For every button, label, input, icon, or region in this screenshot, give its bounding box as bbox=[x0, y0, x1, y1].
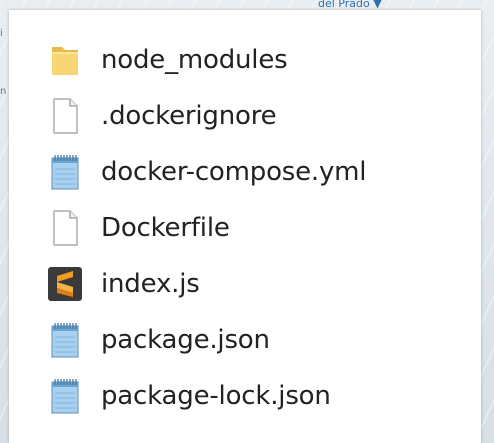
file-icon bbox=[45, 96, 85, 136]
file-name: Dockerfile bbox=[101, 213, 230, 243]
file-icon bbox=[45, 208, 85, 248]
folder-icon bbox=[45, 40, 85, 80]
file-item-dockerfile[interactable]: Dockerfile bbox=[45, 200, 366, 256]
notepad-icon bbox=[45, 152, 85, 192]
file-name: package-lock.json bbox=[101, 381, 331, 411]
background-text-fragment: n bbox=[0, 86, 7, 97]
notepad-icon bbox=[45, 320, 85, 360]
file-name: node_modules bbox=[101, 45, 288, 75]
file-item-package-lock-json[interactable]: package-lock.json bbox=[45, 368, 366, 424]
file-item-index-js[interactable]: index.js bbox=[45, 256, 366, 312]
background-text-fragment: i bbox=[0, 28, 3, 39]
file-name: docker-compose.yml bbox=[101, 157, 367, 187]
notepad-icon bbox=[45, 376, 85, 416]
file-list: node_modules .dockerignore docker-compos… bbox=[45, 32, 367, 424]
file-item-docker-compose[interactable]: docker-compose.yml bbox=[45, 144, 367, 200]
file-explorer-panel: node_modules .dockerignore docker-compos… bbox=[9, 10, 481, 443]
background-link-text: del Prado ▼ bbox=[318, 0, 382, 10]
sublime-text-icon bbox=[45, 264, 85, 304]
file-item-dockerignore[interactable]: .dockerignore bbox=[45, 88, 366, 144]
file-name: package.json bbox=[101, 325, 270, 355]
file-name: .dockerignore bbox=[101, 101, 277, 131]
file-name: index.js bbox=[101, 269, 200, 299]
file-item-package-json[interactable]: package.json bbox=[45, 312, 366, 368]
file-item-node-modules[interactable]: node_modules bbox=[45, 32, 366, 88]
